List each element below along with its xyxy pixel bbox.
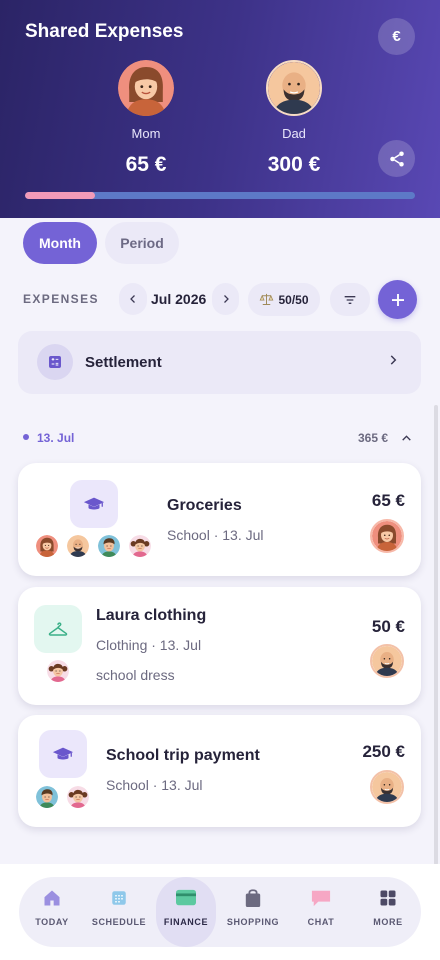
scale-icon [260,293,274,305]
expense-amount: 50 € [371,617,405,636]
group-total: 365 € [358,431,389,445]
avatar [65,784,91,810]
nav-today[interactable]: TODAY [21,877,83,947]
expense-meta: School · 13. Jul [167,527,264,543]
payer-avatar [370,770,404,804]
avatar [96,533,122,559]
expense-title: Groceries [167,497,242,514]
share-button[interactable] [378,140,415,177]
tab-month[interactable]: Month [23,222,97,264]
nav-shopping[interactable]: SHOPPING [222,877,284,947]
chevron-up-icon[interactable] [400,432,413,450]
chat-icon [310,887,332,909]
grid-icon [377,887,399,909]
payer-avatar [370,519,404,553]
nav-more[interactable]: MORE [357,877,419,947]
currency-button[interactable]: € [378,18,415,55]
nav-label: SCHEDULE [91,917,147,927]
split-ratio-button[interactable]: 50/50 [248,283,320,316]
settlement-row[interactable]: Settlement [18,331,421,394]
home-icon [41,887,63,909]
expense-amount: 65 € [371,491,405,510]
avatar [127,533,153,559]
expense-meta: School · 13. Jul [106,777,203,793]
expenses-label: EXPENSES [23,292,99,306]
shopping-bag-icon [242,887,264,909]
graduation-cap-icon [70,480,118,528]
nav-label: FINANCE [163,917,209,927]
nav-finance[interactable]: FINANCE [156,877,216,947]
split-ratio-label: 50/50 [278,292,309,307]
next-month-button[interactable] [212,283,239,315]
bottom-nav: TODAY SCHEDULE FINANCE SHOPPING CHAT MOR… [19,877,421,947]
add-expense-button[interactable] [378,280,417,319]
page-title: Shared Expenses [25,21,184,42]
previous-month-button[interactable] [119,283,147,315]
expense-title: Laura clothing [96,607,207,624]
dad-amount: 300 € [267,153,321,176]
expense-card[interactable]: School trip payment School · 13. Jul 250… [18,715,421,827]
chevron-left-icon [130,295,135,303]
plus-icon [391,293,404,306]
mom-name: Mom [131,126,161,141]
settlement-label: Settlement [85,354,162,371]
expense-card[interactable]: Groceries School · 13. Jul 65 € [18,463,421,576]
avatar [34,533,60,559]
nav-label: CHAT [307,917,335,927]
payer-avatar [370,644,404,678]
parent-dad[interactable]: Dad 300 € [239,60,349,177]
chevron-right-icon [223,295,229,303]
euro-icon: € [392,28,401,45]
expense-amount: 250 € [362,742,405,761]
share-icon [389,151,404,166]
dad-name: Dad [282,126,306,141]
nav-label: SHOPPING [226,917,280,927]
nav-schedule[interactable]: SCHEDULE [88,877,150,947]
graduation-cap-icon [39,730,87,778]
avatar [45,658,71,684]
mom-avatar [118,60,174,116]
filter-button[interactable] [330,283,370,316]
balance-progress [25,192,415,199]
mom-amount: 65 € [125,153,167,176]
expense-title: School trip payment [106,747,260,764]
filter-icon [344,295,356,304]
calculator-icon [37,344,73,380]
hanger-icon [34,605,82,653]
period-label: Jul 2026 [151,291,207,307]
calendar-icon [108,887,130,909]
tab-period[interactable]: Period [105,222,179,264]
avatar [34,784,60,810]
chevron-right-icon [386,353,400,372]
header: Shared Expenses € Mom 65 € Dad 300 € [0,0,440,218]
avatar [65,533,91,559]
group-dot [23,434,29,440]
group-date[interactable]: 13. Jul [37,431,74,445]
balance-progress-fill [25,192,96,199]
wallet-icon [175,887,197,909]
expense-card[interactable]: Laura clothing Clothing · 13. Jul school… [18,587,421,705]
dad-avatar [266,60,322,116]
expense-note: school dress [96,667,175,683]
nav-label: MORE [373,917,403,927]
nav-label: TODAY [35,917,69,927]
nav-chat[interactable]: CHAT [290,877,352,947]
expense-meta: Clothing · 13. Jul [96,637,202,653]
scrollbar[interactable] [434,405,438,865]
parent-mom[interactable]: Mom 65 € [91,60,201,177]
